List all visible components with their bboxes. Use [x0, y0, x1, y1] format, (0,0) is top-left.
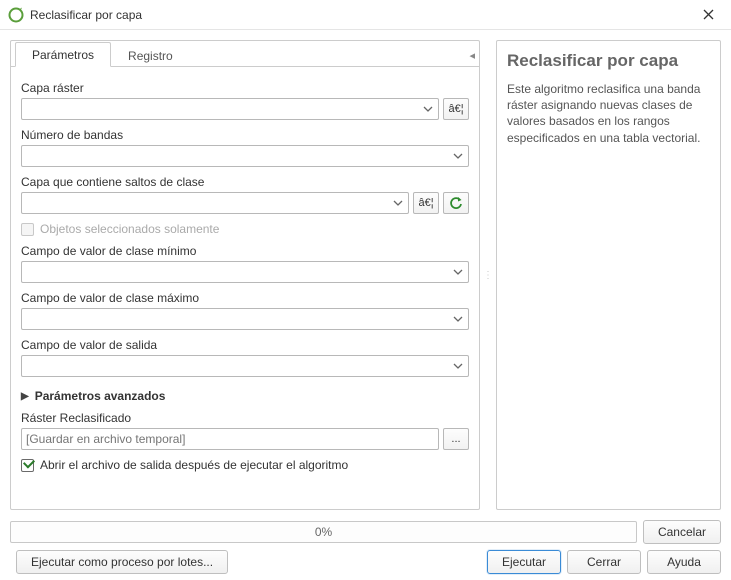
- splitter-handle[interactable]: ⋮: [486, 40, 490, 510]
- label-min-field: Campo de valor de clase mínimo: [21, 244, 469, 258]
- chevron-down-icon: [450, 264, 466, 280]
- selected-only-label: Objetos seleccionados solamente: [40, 222, 219, 236]
- close-window-button[interactable]: [693, 0, 723, 30]
- advanced-params-toggle[interactable]: ▶ Parámetros avanzados: [21, 389, 469, 403]
- output-field-input[interactable]: [22, 359, 448, 373]
- reclassified-output-input[interactable]: [22, 432, 430, 446]
- class-breaks-browse-button[interactable]: â€¦: [413, 192, 439, 214]
- close-button[interactable]: Cerrar: [567, 550, 641, 574]
- raster-layer-input[interactable]: [22, 102, 418, 116]
- tab-bar: Parámetros Registro ◂: [11, 41, 479, 67]
- help-panel: Reclasificar por capa Este algoritmo rec…: [496, 40, 721, 510]
- output-field-combo[interactable]: [21, 355, 469, 377]
- reclassified-output-field[interactable]: [21, 428, 439, 450]
- iterate-button[interactable]: [443, 192, 469, 214]
- band-number-input[interactable]: [22, 149, 448, 163]
- window-title: Reclasificar por capa: [30, 8, 693, 22]
- tab-log[interactable]: Registro: [111, 43, 190, 67]
- run-batch-button[interactable]: Ejecutar como proceso por lotes...: [16, 550, 228, 574]
- max-field-input[interactable]: [22, 312, 448, 326]
- cancel-button[interactable]: Cancelar: [643, 520, 721, 544]
- chevron-down-icon: [420, 101, 436, 117]
- min-field-input[interactable]: [22, 265, 448, 279]
- open-after-label: Abrir el archivo de salida después de ej…: [40, 458, 348, 472]
- progress-text: 0%: [315, 525, 332, 539]
- raster-layer-combo[interactable]: [21, 98, 439, 120]
- progress-row: 0% Cancelar: [10, 520, 721, 544]
- help-title: Reclasificar por capa: [507, 51, 710, 71]
- help-button[interactable]: Ayuda: [647, 550, 721, 574]
- band-number-combo[interactable]: [21, 145, 469, 167]
- min-field-combo[interactable]: [21, 261, 469, 283]
- button-bar: Ejecutar como proceso por lotes... Ejecu…: [10, 550, 721, 574]
- run-button[interactable]: Ejecutar: [487, 550, 561, 574]
- open-after-row: Abrir el archivo de salida después de ej…: [21, 458, 469, 472]
- reclassified-browse-button[interactable]: ...: [443, 428, 469, 450]
- scroll-left-icon: ◂: [469, 49, 475, 66]
- class-breaks-layer-input[interactable]: [22, 196, 388, 210]
- label-band-number: Número de bandas: [21, 128, 469, 142]
- label-class-breaks-layer: Capa que contiene saltos de clase: [21, 175, 469, 189]
- open-after-checkbox[interactable]: [21, 459, 34, 472]
- selected-only-row: Objetos seleccionados solamente: [21, 222, 469, 236]
- max-field-combo[interactable]: [21, 308, 469, 330]
- label-reclassified: Ráster Reclasificado: [21, 411, 469, 425]
- label-max-field: Campo de valor de clase máximo: [21, 291, 469, 305]
- title-bar: Reclasificar por capa: [0, 0, 731, 30]
- advanced-params-label: Parámetros avanzados: [35, 389, 166, 403]
- help-body: Este algoritmo reclasifica una banda rás…: [507, 81, 710, 146]
- chevron-down-icon: [450, 311, 466, 327]
- parameters-form: Capa ráster â€¦ Número de bandas: [11, 67, 479, 509]
- tab-parameters[interactable]: Parámetros: [15, 42, 111, 67]
- parameters-panel: Parámetros Registro ◂ Capa ráster â€¦ Nú…: [10, 40, 480, 510]
- label-output-field: Campo de valor de salida: [21, 338, 469, 352]
- selected-only-checkbox[interactable]: [21, 223, 34, 236]
- dialog-content: Parámetros Registro ◂ Capa ráster â€¦ Nú…: [0, 30, 731, 580]
- chevron-down-icon: [450, 358, 466, 374]
- chevron-down-icon: [450, 148, 466, 164]
- progress-bar: 0%: [10, 521, 637, 543]
- triangle-right-icon: ▶: [21, 391, 29, 402]
- raster-layer-browse-button[interactable]: â€¦: [443, 98, 469, 120]
- app-icon: [8, 7, 24, 23]
- chevron-down-icon: [390, 195, 406, 211]
- class-breaks-layer-combo[interactable]: [21, 192, 409, 214]
- label-raster-layer: Capa ráster: [21, 81, 469, 95]
